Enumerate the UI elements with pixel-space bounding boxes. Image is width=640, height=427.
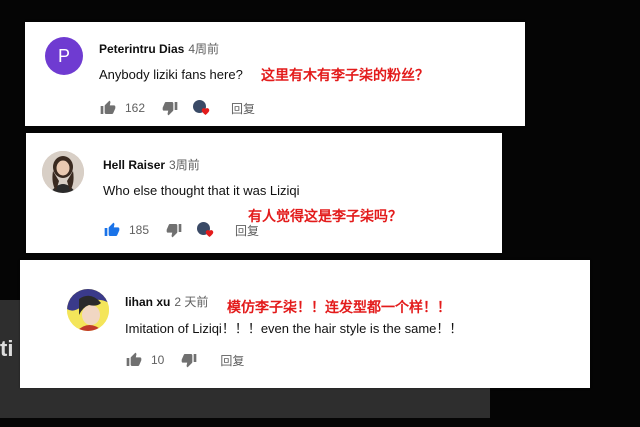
- comment-text: Anybody liziki fans here?: [99, 67, 243, 82]
- comment-author[interactable]: lihan xu 2 天前: [125, 293, 208, 310]
- thumbs-up-icon[interactable]: [99, 99, 117, 117]
- avatar[interactable]: P: [45, 37, 83, 75]
- comment-time[interactable]: 2 天前: [174, 295, 208, 309]
- author-name[interactable]: lihan xu: [125, 295, 170, 309]
- author-name[interactable]: Peterintru Dias: [99, 42, 184, 56]
- avatar[interactable]: [42, 151, 84, 193]
- thumbs-down-icon[interactable]: [165, 221, 183, 239]
- like-count: 10: [151, 353, 165, 367]
- avatar[interactable]: [67, 289, 109, 331]
- comment-actions: 162 回复: [99, 98, 255, 118]
- comment-card: P Peterintru Dias 4周前 Anybody liziki fans…: [25, 22, 525, 126]
- comment-time[interactable]: 3周前: [169, 158, 200, 172]
- thumbs-up-icon[interactable]: [125, 351, 143, 369]
- translation-annotation: 有人觉得这是李子柒吗？: [248, 208, 402, 224]
- creator-heart-icon: [193, 100, 210, 116]
- thumbs-up-icon[interactable]: [103, 221, 121, 239]
- comment-actions: 10 回复: [125, 350, 244, 370]
- thumbs-down-icon[interactable]: [180, 351, 198, 369]
- reply-button[interactable]: 回复: [231, 100, 255, 117]
- author-name[interactable]: Hell Raiser: [103, 158, 165, 172]
- avatar-letter: P: [57, 45, 70, 66]
- comment-time[interactable]: 4周前: [188, 42, 219, 56]
- comment-author[interactable]: Hell Raiser 3周前: [103, 156, 200, 173]
- comment-card: Hell Raiser 3周前 Who else thought that it …: [26, 133, 502, 253]
- comment-author[interactable]: Peterintru Dias 4周前: [99, 40, 219, 57]
- comment-card: lihan xu 2 天前 模仿李子柒！！连发型都一个样！！ Imitation …: [20, 260, 590, 388]
- avatar-photo: [42, 151, 84, 193]
- like-count: 185: [129, 223, 150, 237]
- reply-button[interactable]: 回复: [235, 222, 259, 239]
- comment-text: Who else thought that it was Liziqi: [103, 183, 300, 198]
- reply-button[interactable]: 回复: [220, 352, 244, 369]
- thumbs-down-icon[interactable]: [161, 99, 179, 117]
- comment-text: Imitation of Liziqi！！！even the hair styl…: [125, 321, 463, 336]
- comment-actions: 185 回复: [103, 220, 259, 240]
- translation-annotation: 模仿李子柒！！连发型都一个样！！: [227, 299, 451, 315]
- creator-heart-icon: [197, 222, 214, 238]
- translation-annotation: 这里有木有李子柒的粉丝？: [261, 67, 429, 83]
- avatar-illustration: [67, 289, 109, 331]
- like-count: 162: [125, 101, 146, 115]
